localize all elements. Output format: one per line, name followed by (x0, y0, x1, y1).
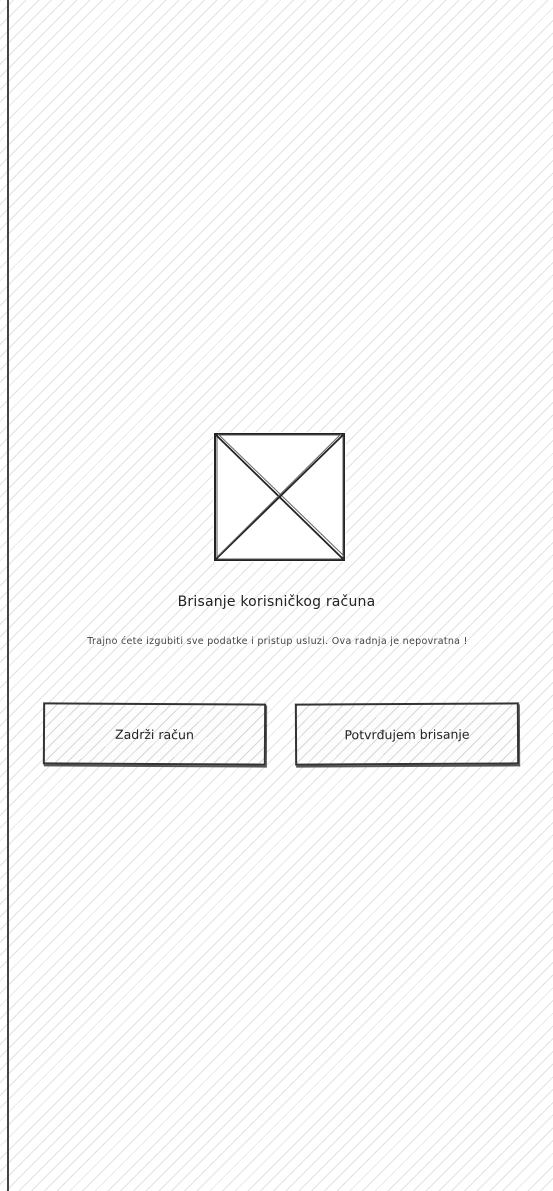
dialog-title: Brisanje korisničkog računa (177, 594, 376, 610)
delete-account-screen: Brisanje korisničkog računa Trajno ćete … (0, 0, 553, 1191)
keep-account-button[interactable]: Zadrži račun (42, 702, 267, 766)
image-placeholder-icon (213, 432, 346, 562)
dialog-message: Trajno ćete izgubiti sve podatke i prist… (87, 636, 468, 647)
confirm-delete-button[interactable]: Potvrđujem brisanje (294, 702, 520, 766)
